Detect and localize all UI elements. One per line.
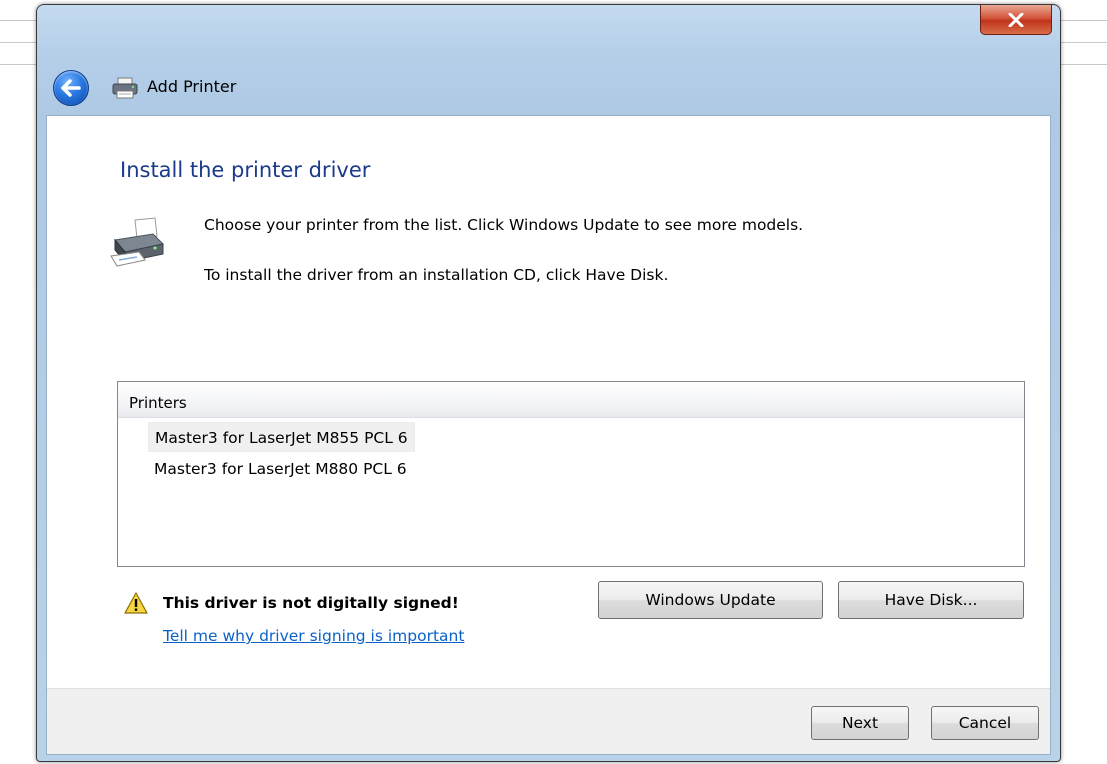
printers-list[interactable]: Printers Master3 for LaserJet M855 PCL 6…	[117, 381, 1025, 567]
close-icon	[1008, 12, 1024, 27]
printers-header-label: Printers	[129, 394, 187, 412]
next-button[interactable]: Next	[811, 706, 909, 740]
window-title: Add Printer	[147, 77, 237, 96]
dialog-content: Install the printer driver Choose your p…	[46, 115, 1051, 755]
printer-icon	[110, 217, 165, 267]
list-item[interactable]: Master3 for LaserJet M855 PCL 6	[148, 422, 415, 452]
driver-signing-help-link[interactable]: Tell me why driver signing is important	[163, 627, 464, 645]
list-item[interactable]: Master3 for LaserJet M880 PCL 6	[148, 454, 413, 484]
instruction-text: Choose your printer from the list. Click…	[204, 216, 804, 234]
printers-list-header[interactable]: Printers	[118, 382, 1024, 418]
add-printer-window: Add Printer Install the printer driver C…	[36, 4, 1061, 762]
unsigned-driver-warning: This driver is not digitally signed!	[163, 594, 459, 612]
warning-icon	[124, 592, 148, 614]
cancel-button[interactable]: Cancel	[931, 706, 1039, 740]
instruction-text-cd: To install the driver from an installati…	[204, 266, 669, 284]
back-arrow-icon	[61, 79, 81, 97]
have-disk-button[interactable]: Have Disk...	[838, 581, 1024, 619]
back-button[interactable]	[53, 70, 89, 106]
close-button[interactable]	[980, 5, 1052, 35]
page-heading: Install the printer driver	[120, 158, 371, 182]
windows-update-button[interactable]: Windows Update	[598, 581, 823, 619]
printer-icon	[112, 77, 138, 99]
